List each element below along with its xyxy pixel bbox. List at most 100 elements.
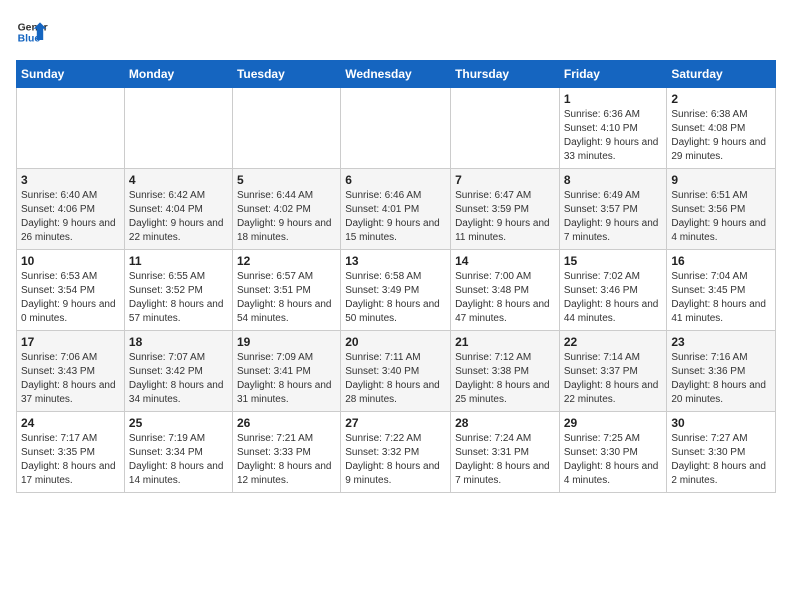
day-info: Sunrise: 6:42 AM Sunset: 4:04 PM Dayligh…	[129, 189, 228, 245]
day-info: Sunrise: 7:19 AM Sunset: 3:34 PM Dayligh…	[129, 432, 228, 488]
day-number: 7	[455, 173, 555, 187]
day-cell: 11 Sunrise: 6:55 AM Sunset: 3:52 PM Dayli…	[124, 250, 232, 331]
week-row-1: 1 Sunrise: 6:36 AM Sunset: 4:10 PM Daylig…	[17, 88, 776, 169]
day-info: Sunrise: 6:58 AM Sunset: 3:49 PM Dayligh…	[345, 270, 446, 326]
day-cell	[124, 88, 232, 169]
day-cell: 23 Sunrise: 7:16 AM Sunset: 3:36 PM Dayli…	[667, 331, 776, 412]
day-number: 13	[345, 254, 446, 268]
day-info: Sunrise: 7:11 AM Sunset: 3:40 PM Dayligh…	[345, 351, 446, 407]
day-info: Sunrise: 7:22 AM Sunset: 3:32 PM Dayligh…	[345, 432, 446, 488]
day-cell: 7Sunrise: 6:47 AM Sunset: 3:59 PM Daylig…	[451, 169, 560, 250]
day-number: 8	[564, 173, 663, 187]
day-cell: 15 Sunrise: 7:02 AM Sunset: 3:46 PM Dayli…	[559, 250, 667, 331]
day-cell	[17, 88, 125, 169]
dow-tuesday: Tuesday	[232, 61, 340, 88]
week-row-4: 17 Sunrise: 7:06 AM Sunset: 3:43 PM Dayli…	[17, 331, 776, 412]
day-cell: 21Sunrise: 7:12 AM Sunset: 3:38 PM Dayli…	[451, 331, 560, 412]
day-number: 26	[237, 416, 336, 430]
day-number: 5	[237, 173, 336, 187]
day-number: 29	[564, 416, 663, 430]
day-cell: 25 Sunrise: 7:19 AM Sunset: 3:34 PM Dayli…	[124, 412, 232, 493]
day-number: 11	[129, 254, 228, 268]
day-number: 4	[129, 173, 228, 187]
day-number: 12	[237, 254, 336, 268]
day-info: Sunrise: 6:49 AM Sunset: 3:57 PM Dayligh…	[564, 189, 663, 245]
day-cell	[341, 88, 451, 169]
day-number: 15	[564, 254, 663, 268]
header: General Blue	[16, 16, 776, 48]
day-cell: 4 Sunrise: 6:42 AM Sunset: 4:04 PM Daylig…	[124, 169, 232, 250]
day-number: 18	[129, 335, 228, 349]
day-cell: 6 Sunrise: 6:46 AM Sunset: 4:01 PM Daylig…	[341, 169, 451, 250]
day-number: 30	[671, 416, 771, 430]
day-info: Sunrise: 7:14 AM Sunset: 3:37 PM Dayligh…	[564, 351, 663, 407]
calendar-table: SundayMondayTuesdayWednesdayThursdayFrid…	[16, 60, 776, 493]
day-info: Sunrise: 6:53 AM Sunset: 3:54 PM Dayligh…	[21, 270, 120, 326]
day-cell: 18 Sunrise: 7:07 AM Sunset: 3:42 PM Dayli…	[124, 331, 232, 412]
day-number: 19	[237, 335, 336, 349]
day-cell: 14 Sunrise: 7:00 AM Sunset: 3:48 PM Dayli…	[451, 250, 560, 331]
day-number: 14	[455, 254, 555, 268]
week-row-5: 24 Sunrise: 7:17 AM Sunset: 3:35 PM Dayli…	[17, 412, 776, 493]
day-info: Sunrise: 7:02 AM Sunset: 3:46 PM Dayligh…	[564, 270, 663, 326]
day-info: Sunrise: 7:04 AM Sunset: 3:45 PM Dayligh…	[671, 270, 771, 326]
day-number: 3	[21, 173, 120, 187]
day-number: 17	[21, 335, 120, 349]
day-info: Sunrise: 6:36 AM Sunset: 4:10 PM Dayligh…	[564, 108, 663, 164]
week-row-3: 10 Sunrise: 6:53 AM Sunset: 3:54 PM Dayli…	[17, 250, 776, 331]
day-info: Sunrise: 6:51 AM Sunset: 3:56 PM Dayligh…	[671, 189, 771, 245]
day-info: Sunrise: 6:44 AM Sunset: 4:02 PM Dayligh…	[237, 189, 336, 245]
day-info: Sunrise: 7:07 AM Sunset: 3:42 PM Dayligh…	[129, 351, 228, 407]
dow-saturday: Saturday	[667, 61, 776, 88]
day-cell: 30 Sunrise: 7:27 AM Sunset: 3:30 PM Dayli…	[667, 412, 776, 493]
day-info: Sunrise: 7:17 AM Sunset: 3:35 PM Dayligh…	[21, 432, 120, 488]
day-cell: 29 Sunrise: 7:25 AM Sunset: 3:30 PM Dayli…	[559, 412, 667, 493]
day-info: Sunrise: 7:06 AM Sunset: 3:43 PM Dayligh…	[21, 351, 120, 407]
day-number: 6	[345, 173, 446, 187]
day-number: 28	[455, 416, 555, 430]
day-cell: 9Sunrise: 6:51 AM Sunset: 3:56 PM Daylig…	[667, 169, 776, 250]
day-number: 24	[21, 416, 120, 430]
day-cell: 5 Sunrise: 6:44 AM Sunset: 4:02 PM Daylig…	[232, 169, 340, 250]
day-cell: 20Sunrise: 7:11 AM Sunset: 3:40 PM Dayli…	[341, 331, 451, 412]
day-info: Sunrise: 6:46 AM Sunset: 4:01 PM Dayligh…	[345, 189, 446, 245]
day-cell: 17 Sunrise: 7:06 AM Sunset: 3:43 PM Dayli…	[17, 331, 125, 412]
day-number: 16	[671, 254, 771, 268]
day-info: Sunrise: 7:09 AM Sunset: 3:41 PM Dayligh…	[237, 351, 336, 407]
dow-sunday: Sunday	[17, 61, 125, 88]
day-number: 22	[564, 335, 663, 349]
day-info: Sunrise: 7:21 AM Sunset: 3:33 PM Dayligh…	[237, 432, 336, 488]
day-number: 21	[455, 335, 555, 349]
dow-wednesday: Wednesday	[341, 61, 451, 88]
dow-monday: Monday	[124, 61, 232, 88]
week-row-2: 3 Sunrise: 6:40 AM Sunset: 4:06 PM Daylig…	[17, 169, 776, 250]
logo: General Blue	[16, 16, 48, 48]
day-info: Sunrise: 6:55 AM Sunset: 3:52 PM Dayligh…	[129, 270, 228, 326]
day-info: Sunrise: 7:16 AM Sunset: 3:36 PM Dayligh…	[671, 351, 771, 407]
day-cell: 8 Sunrise: 6:49 AM Sunset: 3:57 PM Daylig…	[559, 169, 667, 250]
day-info: Sunrise: 6:40 AM Sunset: 4:06 PM Dayligh…	[21, 189, 120, 245]
day-cell: 16 Sunrise: 7:04 AM Sunset: 3:45 PM Dayli…	[667, 250, 776, 331]
calendar-body: 1 Sunrise: 6:36 AM Sunset: 4:10 PM Daylig…	[17, 88, 776, 493]
day-number: 23	[671, 335, 771, 349]
day-cell: 27Sunrise: 7:22 AM Sunset: 3:32 PM Dayli…	[341, 412, 451, 493]
dow-friday: Friday	[559, 61, 667, 88]
logo-icon: General Blue	[16, 16, 48, 48]
day-number: 25	[129, 416, 228, 430]
day-info: Sunrise: 7:00 AM Sunset: 3:48 PM Dayligh…	[455, 270, 555, 326]
day-cell: 22 Sunrise: 7:14 AM Sunset: 3:37 PM Dayli…	[559, 331, 667, 412]
day-of-week-header: SundayMondayTuesdayWednesdayThursdayFrid…	[17, 61, 776, 88]
day-cell: 2Sunrise: 6:38 AM Sunset: 4:08 PM Daylig…	[667, 88, 776, 169]
day-info: Sunrise: 7:27 AM Sunset: 3:30 PM Dayligh…	[671, 432, 771, 488]
day-cell	[232, 88, 340, 169]
dow-thursday: Thursday	[451, 61, 560, 88]
day-cell: 3 Sunrise: 6:40 AM Sunset: 4:06 PM Daylig…	[17, 169, 125, 250]
day-info: Sunrise: 7:25 AM Sunset: 3:30 PM Dayligh…	[564, 432, 663, 488]
day-number: 1	[564, 92, 663, 106]
day-cell: 1 Sunrise: 6:36 AM Sunset: 4:10 PM Daylig…	[559, 88, 667, 169]
day-info: Sunrise: 6:57 AM Sunset: 3:51 PM Dayligh…	[237, 270, 336, 326]
day-cell	[451, 88, 560, 169]
day-cell: 28Sunrise: 7:24 AM Sunset: 3:31 PM Dayli…	[451, 412, 560, 493]
day-cell: 12 Sunrise: 6:57 AM Sunset: 3:51 PM Dayli…	[232, 250, 340, 331]
day-number: 10	[21, 254, 120, 268]
